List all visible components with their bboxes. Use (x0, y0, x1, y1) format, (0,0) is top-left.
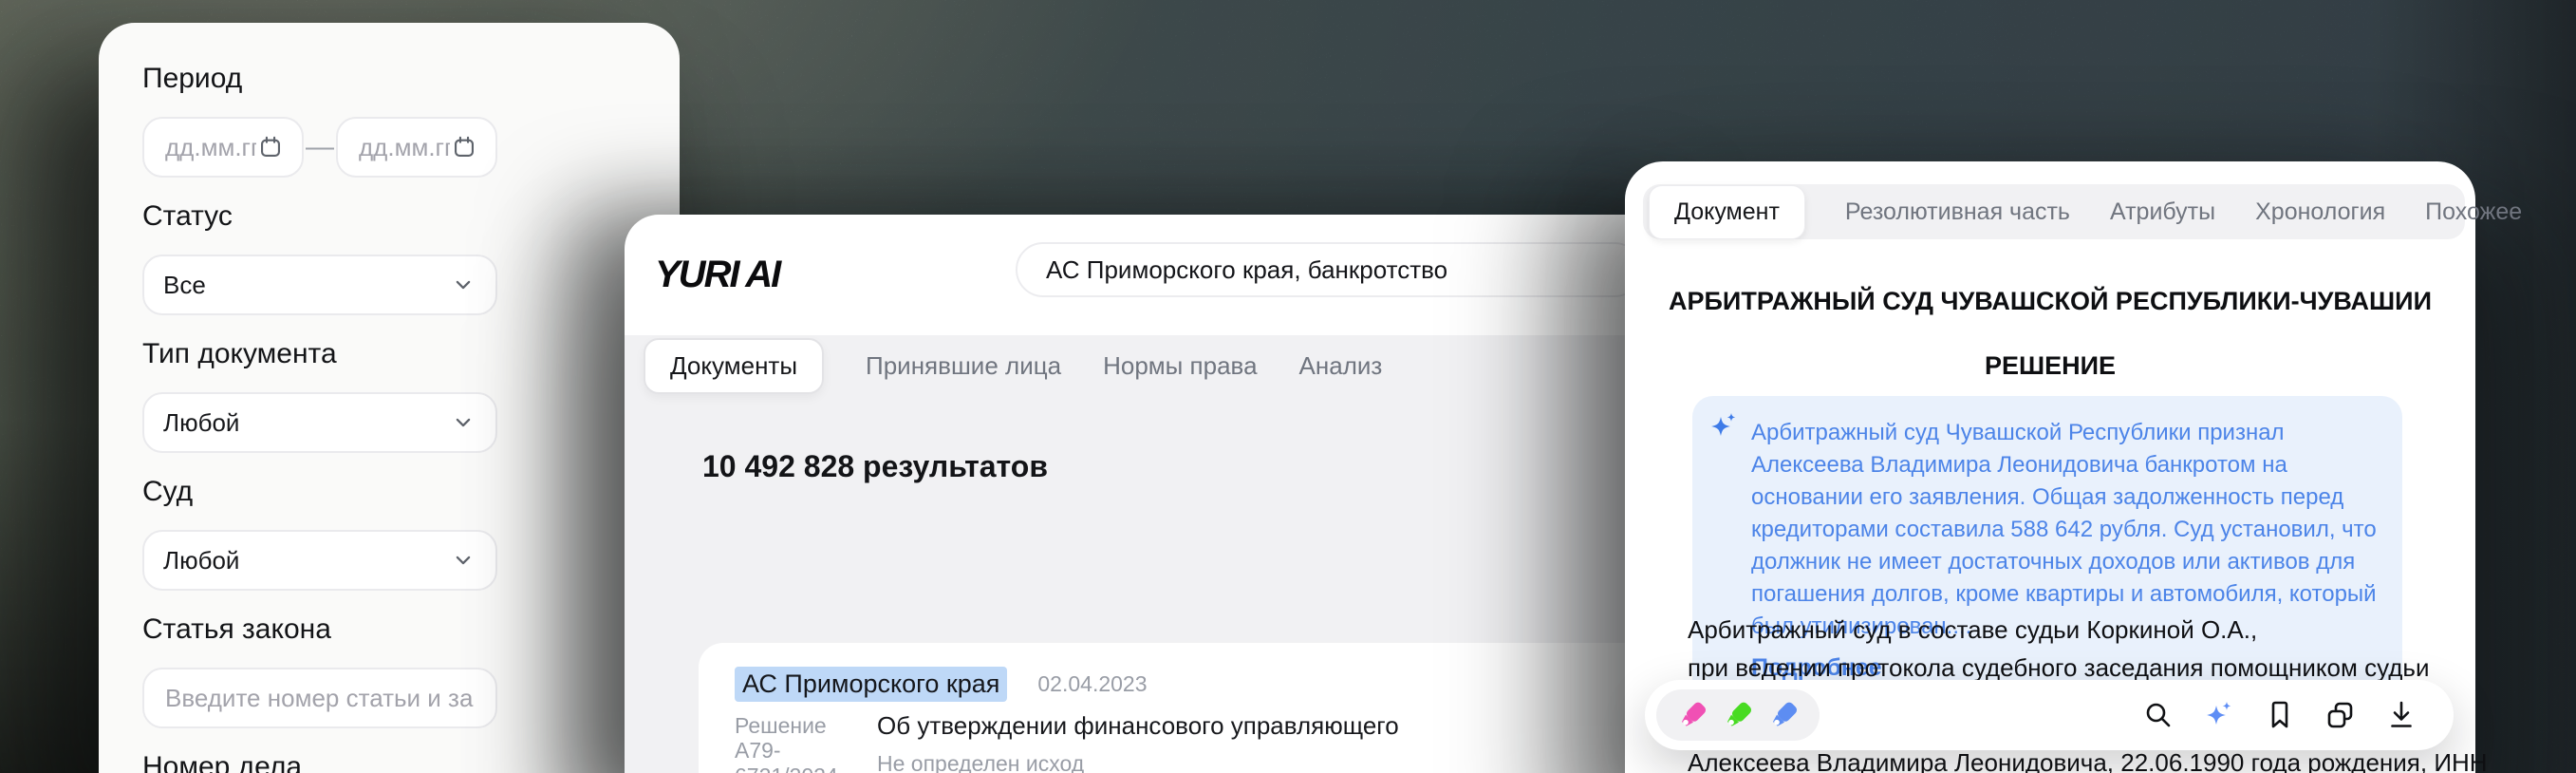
tab-participants[interactable]: Принявшие лица (866, 351, 1061, 381)
date-to-input[interactable] (357, 132, 452, 163)
search-field[interactable] (1016, 242, 1642, 297)
court-select[interactable]: Любой (142, 530, 497, 591)
date-from-input[interactable] (163, 132, 258, 163)
calendar-icon[interactable] (452, 132, 476, 162)
document-tabs: Документ Резолютивная часть Атрибуты Хро… (1643, 184, 2465, 239)
chevron-down-icon (450, 409, 476, 436)
status-select-value: Все (163, 271, 206, 300)
document-type-title: РЕШЕНИЕ (1625, 351, 2475, 381)
document-body-line: Арбитражный суд в составе судьи Коркиной… (1688, 615, 2257, 645)
tab-attributes[interactable]: Атрибуты (2110, 198, 2215, 226)
tab-operative-part[interactable]: Резолютивная часть (1845, 198, 2070, 226)
filters-panel: Период — Статус Все Тип документа Любой … (99, 23, 680, 773)
ai-summary-text: Арбитражный суд Чувашской Республики при… (1751, 417, 2389, 643)
period-label: Период (142, 63, 636, 95)
chevron-down-icon (450, 547, 476, 574)
toolbar-actions (2142, 699, 2417, 731)
ai-assistant-button[interactable] (2203, 699, 2235, 731)
chevron-down-icon (450, 272, 476, 298)
case-number-label: Номер дела (142, 751, 636, 773)
status-select[interactable]: Все (142, 255, 497, 315)
law-article-input[interactable] (163, 683, 476, 714)
search-in-document-button[interactable] (2142, 699, 2175, 731)
date-from-field[interactable] (142, 117, 304, 178)
document-toolbar (1645, 680, 2454, 750)
blue-marker-button[interactable] (1768, 700, 1799, 730)
ai-sparkle-icon (2203, 699, 2235, 731)
blue-marker-icon (1768, 700, 1799, 730)
results-count: 10 492 828 результатов (702, 449, 1726, 484)
highlighter-palette (1656, 689, 1820, 741)
doc-type-label: Тип документа (142, 338, 636, 370)
tab-document[interactable]: Документ (1649, 185, 1805, 239)
bookmark-icon (2264, 699, 2296, 731)
app-background: Период — Статус Все Тип документа Любой … (0, 0, 2576, 773)
results-header: YURI AI (625, 215, 1726, 335)
tab-chronology[interactable]: Хронология (2255, 198, 2385, 226)
result-header-row: АС Приморского края 02.04.2023 (735, 666, 1688, 702)
result-meta-row: А79-6721/2024 Не определен исход (735, 749, 1688, 773)
period-range: — (142, 117, 497, 178)
search-input[interactable] (1044, 255, 1614, 286)
tab-law-norms[interactable]: Нормы права (1103, 351, 1257, 381)
tab-similar[interactable]: Похожее (2425, 198, 2522, 226)
result-doc-type: Решение (735, 713, 877, 739)
result-court: АС Приморского края (735, 667, 1007, 702)
result-outcome: Не определен исход (877, 751, 1084, 773)
result-date: 02.04.2023 (1037, 671, 1147, 697)
pink-marker-button[interactable] (1677, 700, 1708, 730)
status-label: Статус (142, 200, 636, 233)
law-article-field[interactable] (142, 668, 497, 728)
pink-marker-icon (1677, 700, 1708, 730)
search-results-panel: YURI AI Документы Принявшие лица Нормы п… (625, 215, 1726, 773)
results-body: Документы Принявшие лица Нормы права Ана… (625, 335, 1726, 773)
results-tabs: Документы Принявшие лица Нормы права Ана… (625, 335, 1726, 396)
download-icon (2385, 699, 2417, 731)
calendar-icon[interactable] (258, 132, 283, 162)
copy-icon (2324, 699, 2357, 731)
result-title: Об утверждении финансового управляющего (877, 711, 1399, 741)
ai-sparkle-icon (1708, 411, 1740, 443)
document-body-line: при ведении протокола судебного заседани… (1688, 653, 2430, 683)
copy-button[interactable] (2324, 699, 2357, 731)
court-select-value: Любой (163, 546, 239, 575)
result-meta-row: Решение Об утверждении финансового управ… (735, 711, 1688, 740)
yuri-ai-logo: YURI AI (655, 254, 779, 296)
doc-type-select[interactable]: Любой (142, 392, 497, 453)
green-marker-button[interactable] (1723, 700, 1753, 730)
law-article-label: Статья закона (142, 613, 636, 646)
result-case-number: А79-6721/2024 (735, 738, 877, 773)
date-range-separator: — (304, 131, 336, 163)
tab-documents[interactable]: Документы (644, 338, 824, 394)
date-to-field[interactable] (336, 117, 497, 178)
tab-analysis[interactable]: Анализ (1299, 351, 1383, 381)
result-item[interactable]: АС Приморского края 02.04.2023 Решение О… (699, 643, 1724, 773)
download-button[interactable] (2385, 699, 2417, 731)
bookmark-button[interactable] (2264, 699, 2296, 731)
document-court-title: АРБИТРАЖНЫЙ СУД ЧУВАШСКОЙ РЕСПУБЛИКИ-ЧУВ… (1625, 287, 2475, 316)
doc-type-select-value: Любой (163, 408, 239, 438)
document-body-line-clipped: Алексеева Владимира Леонидовича, 22.06.1… (1688, 748, 2488, 773)
green-marker-icon (1723, 700, 1753, 730)
court-label: Суд (142, 476, 636, 508)
search-icon (2142, 699, 2175, 731)
